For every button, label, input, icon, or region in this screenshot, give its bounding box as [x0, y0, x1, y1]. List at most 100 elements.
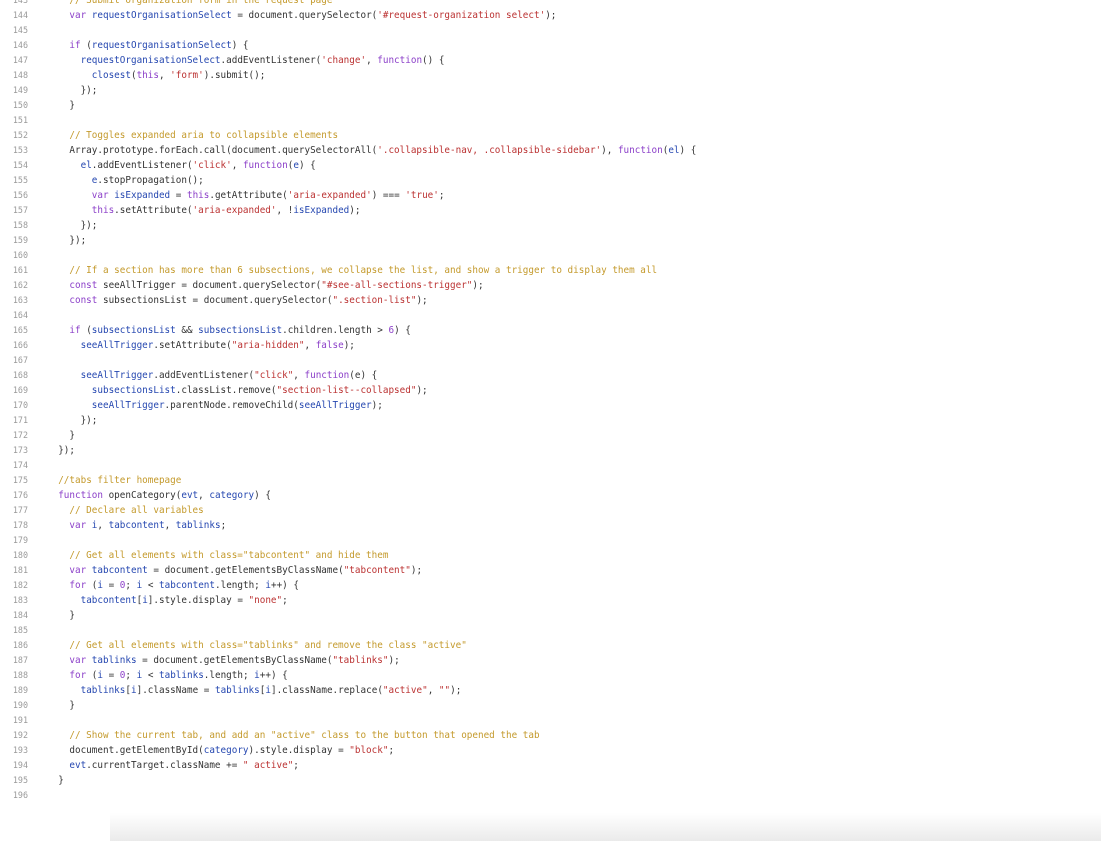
code-token: "tabcontent": [343, 565, 411, 576]
code-token: ).style.display =: [248, 745, 350, 756]
code-line[interactable]: 158 });: [0, 218, 1101, 233]
code-line[interactable]: 185: [0, 623, 1101, 638]
code-text: tabcontent[i].style.display = "none";: [47, 593, 288, 608]
code-token: = document.querySelector(: [231, 10, 378, 21]
code-line[interactable]: 196: [0, 788, 1101, 803]
code-token: ++) {: [270, 580, 299, 591]
code-token: "tablinks": [332, 655, 389, 666]
code-line[interactable]: 146 if (requestOrganisationSelect) {: [0, 38, 1101, 53]
code-line[interactable]: 147 requestOrganisationSelect.addEventLi…: [0, 53, 1101, 68]
line-number: 169: [12, 385, 28, 395]
line-number: 170: [12, 400, 28, 410]
code-line[interactable]: 180 // Get all elements with class="tabc…: [0, 548, 1101, 563]
code-token: for: [69, 670, 87, 681]
code-line[interactable]: 159 });: [0, 233, 1101, 248]
code-token: 'aria-expanded': [192, 205, 277, 216]
code-line[interactable]: 167: [0, 353, 1101, 368]
code-line[interactable]: 162 const seeAllTrigger = document.query…: [0, 278, 1101, 293]
code-line[interactable]: 166 seeAllTrigger.setAttribute("aria-hid…: [0, 338, 1101, 353]
code-line[interactable]: 183 tabcontent[i].style.display = "none"…: [0, 593, 1101, 608]
code-token: isExpanded: [293, 205, 350, 216]
code-line[interactable]: 165 if (subsectionsList && subsectionsLi…: [0, 323, 1101, 338]
line-number: 176: [12, 490, 28, 500]
code-line[interactable]: 154 el.addEventListener('click', functio…: [0, 158, 1101, 173]
code-line[interactable]: 157 this.setAttribute('aria-expanded', !…: [0, 203, 1101, 218]
code-line[interactable]: 151: [0, 113, 1101, 128]
code-line[interactable]: 171 });: [0, 413, 1101, 428]
code-line[interactable]: 190 }: [0, 698, 1101, 713]
line-number: 167: [12, 355, 28, 365]
code-line[interactable]: 176 function openCategory(evt, category)…: [0, 488, 1101, 503]
code-line[interactable]: 145: [0, 23, 1101, 38]
code-line[interactable]: 153 Array.prototype.forEach.call(documen…: [0, 143, 1101, 158]
code-line[interactable]: 149 });: [0, 83, 1101, 98]
code-token: "block": [349, 745, 389, 756]
code-line[interactable]: 186 // Get all elements with class="tabl…: [0, 638, 1101, 653]
code-line[interactable]: 182 for (i = 0; i < tabcontent.length; i…: [0, 578, 1101, 593]
code-line[interactable]: 152 // Toggles expanded aria to collapsi…: [0, 128, 1101, 143]
code-line[interactable]: 179: [0, 533, 1101, 548]
code-line[interactable]: 178 var i, tabcontent, tablinks;: [0, 518, 1101, 533]
line-number: 160: [12, 250, 28, 260]
code-line[interactable]: 168 seeAllTrigger.addEventListener("clic…: [0, 368, 1101, 383]
code-token: "": [438, 685, 451, 696]
code-token: (e) {: [349, 370, 378, 381]
code-line[interactable]: 174: [0, 458, 1101, 473]
code-token: ;: [220, 520, 227, 531]
code-line[interactable]: 170 seeAllTrigger.parentNode.removeChild…: [0, 398, 1101, 413]
code-token: this: [136, 70, 159, 81]
code-line[interactable]: 173 });: [0, 443, 1101, 458]
code-line[interactable]: 194 evt.currentTarget.className += " act…: [0, 758, 1101, 773]
code-line[interactable]: 143 // Submit organization form in the r…: [0, 0, 1101, 8]
code-line[interactable]: 189 tablinks[i].className = tablinks[i].…: [0, 683, 1101, 698]
code-token: ,: [164, 520, 176, 531]
code-token: () {: [422, 55, 445, 66]
code-line[interactable]: 155 e.stopPropagation();: [0, 173, 1101, 188]
code-line[interactable]: 181 var tabcontent = document.getElement…: [0, 563, 1101, 578]
line-number: 186: [12, 640, 28, 650]
code-token: ,: [231, 160, 243, 171]
code-token: .setAttribute(: [153, 340, 232, 351]
code-token: function: [304, 370, 350, 381]
code-line[interactable]: 163 const subsectionsList = document.que…: [0, 293, 1101, 308]
code-line[interactable]: 191: [0, 713, 1101, 728]
code-token: ) ===: [371, 190, 406, 201]
line-number: 145: [12, 25, 28, 35]
code-token: });: [47, 235, 87, 246]
code-line[interactable]: 160: [0, 248, 1101, 263]
code-line[interactable]: 187 var tablinks = document.getElementsB…: [0, 653, 1101, 668]
code-line[interactable]: 148 closest(this, 'form').submit();: [0, 68, 1101, 83]
code-text: this.setAttribute('aria-expanded', !isEx…: [47, 203, 361, 218]
code-line[interactable]: 164: [0, 308, 1101, 323]
code-line[interactable]: 172 }: [0, 428, 1101, 443]
code-line[interactable]: 144 var requestOrganisationSelect = docu…: [0, 8, 1101, 23]
code-line[interactable]: 169 subsectionsList.classList.remove("se…: [0, 383, 1101, 398]
code-editor[interactable]: 143 // Submit organization form in the r…: [0, 0, 1101, 841]
code-line[interactable]: 156 var isExpanded = this.getAttribute('…: [0, 188, 1101, 203]
code-line[interactable]: 175 //tabs filter homepage: [0, 473, 1101, 488]
code-token: el: [80, 160, 92, 171]
code-line[interactable]: 195 }: [0, 773, 1101, 788]
line-number: 144: [12, 10, 28, 20]
code-text: evt.currentTarget.className += " active"…: [47, 758, 299, 773]
code-line[interactable]: 193 document.getElementById(category).st…: [0, 743, 1101, 758]
code-text: seeAllTrigger.addEventListener("click", …: [47, 368, 378, 383]
code-token: ].style.display =: [147, 595, 249, 606]
code-line[interactable]: 192 // Show the current tab, and add an …: [0, 728, 1101, 743]
code-line[interactable]: 188 for (i = 0; i < tablinks.length; i++…: [0, 668, 1101, 683]
code-text: if (requestOrganisationSelect) {: [47, 38, 248, 53]
code-text: var tablinks = document.getElementsByCla…: [47, 653, 399, 668]
code-line[interactable]: 161 // If a section has more than 6 subs…: [0, 263, 1101, 278]
code-line[interactable]: 177 // Declare all variables: [0, 503, 1101, 518]
code-line[interactable]: 150 }: [0, 98, 1101, 113]
line-number: 165: [12, 325, 28, 335]
code-token: );: [343, 340, 355, 351]
code-line[interactable]: 184 }: [0, 608, 1101, 623]
line-number: 157: [12, 205, 28, 215]
